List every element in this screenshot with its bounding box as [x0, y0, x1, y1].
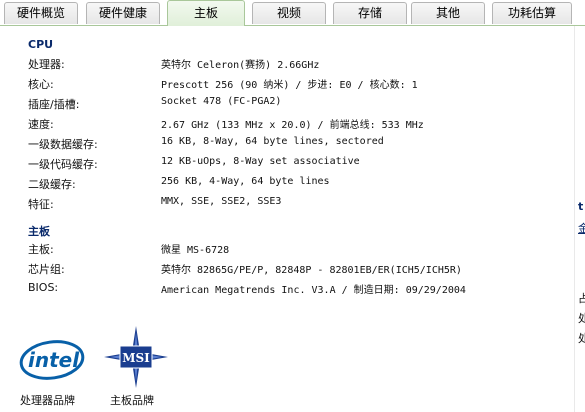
cpu-row-l1-data-cache: 一级数据缓存: 16 KB, 8-Way, 64 byte lines, sec…	[0, 136, 570, 156]
row-label: 一级代码缓存:	[28, 158, 98, 171]
row-value: 12 KB-uOps, 8-Way set associative	[161, 156, 360, 167]
adjacent-panel-edge	[574, 26, 585, 412]
row-value: Socket 478 (FC-PGA2)	[161, 96, 282, 107]
row-label: 特征:	[28, 198, 54, 211]
tab-video[interactable]: 视频	[252, 2, 326, 24]
edge-glyph: 占	[578, 292, 585, 305]
row-label: 核心:	[28, 78, 54, 91]
tab-hardware-health[interactable]: 硬件健康	[86, 2, 160, 24]
cpu-row-processor: 处理器: 英特尔 Celeron(赛扬) 2.66GHz	[0, 56, 570, 76]
cpu-row-l1-code-cache: 一级代码缓存: 12 KB-uOps, 8-Way set associativ…	[0, 156, 570, 176]
row-label: 芯片组:	[28, 263, 65, 276]
board-row-bios: BIOS: American Megatrends Inc. V3.A / 制造…	[0, 281, 570, 301]
row-value: 英特尔 Celeron(赛扬) 2.66GHz	[161, 60, 320, 71]
tab-storage[interactable]: 存储	[333, 2, 407, 24]
cpu-row-features: 特征: MMX, SSE, SSE2, SSE3	[0, 196, 570, 216]
tab-other[interactable]: 其他	[411, 2, 485, 24]
edge-glyph: 处	[578, 312, 585, 325]
row-label: 一级数据缓存:	[28, 138, 98, 151]
row-value: MMX, SSE, SSE2, SSE3	[161, 196, 282, 207]
intel-logo: intel	[18, 328, 88, 386]
row-label: 二级缓存:	[28, 178, 76, 191]
cpu-section-title: CPU	[28, 38, 54, 51]
cpu-row-core: 核心: Prescott 256 (90 纳米) / 步进: E0 / 核心数:…	[0, 76, 570, 96]
row-value: 微星 MS-6728	[161, 245, 230, 256]
row-value: 16 KB, 8-Way, 64 byte lines, sectored	[161, 136, 384, 147]
board-row-chipset: 芯片组: 英特尔 82865G/PE/P, 82848P - 82801EB/E…	[0, 261, 570, 281]
row-label: BIOS:	[28, 281, 59, 294]
tab-mainboard[interactable]: 主板	[167, 0, 245, 26]
edge-glyph: 金	[578, 222, 585, 235]
intel-logo-text: intel	[28, 348, 80, 372]
board-row-model: 主板: 微星 MS-6728	[0, 241, 570, 261]
cpu-brand-caption: 处理器品牌	[20, 394, 75, 407]
row-value: 英特尔 82865G/PE/P, 82848P - 82801EB/ER(ICH…	[161, 265, 462, 276]
mainboard-section-title: 主板	[28, 225, 50, 238]
tab-hardware-overview[interactable]: 硬件概览	[4, 2, 78, 24]
edge-glyph: 处	[578, 332, 585, 345]
row-value: 2.67 GHz (133 MHz x 20.0) / 前端总线: 533 MH…	[161, 120, 424, 131]
tab-bar: 硬件概览 硬件健康 主板 视频 存储 其他 功耗估算	[0, 0, 585, 26]
msi-logo: MSI	[104, 326, 168, 388]
edge-glyph: t	[578, 200, 584, 213]
row-value: Prescott 256 (90 纳米) / 步进: E0 / 核心数: 1	[161, 80, 418, 91]
row-label: 速度:	[28, 118, 54, 131]
row-label: 主板:	[28, 243, 54, 256]
row-label: 插座/插槽:	[28, 98, 80, 111]
row-value: 256 KB, 4-Way, 64 byte lines	[161, 176, 330, 187]
msi-logo-text: MSI	[122, 351, 150, 365]
row-value: American Megatrends Inc. V3.A / 制造日期: 09…	[161, 285, 466, 296]
board-brand-caption: 主板品牌	[110, 394, 154, 407]
row-label: 处理器:	[28, 58, 65, 71]
cpu-row-socket: 插座/插槽: Socket 478 (FC-PGA2)	[0, 96, 570, 116]
cpu-row-l2-cache: 二级缓存: 256 KB, 4-Way, 64 byte lines	[0, 176, 570, 196]
cpu-row-speed: 速度: 2.67 GHz (133 MHz x 20.0) / 前端总线: 53…	[0, 116, 570, 136]
tab-power-estimate[interactable]: 功耗估算	[492, 2, 572, 24]
